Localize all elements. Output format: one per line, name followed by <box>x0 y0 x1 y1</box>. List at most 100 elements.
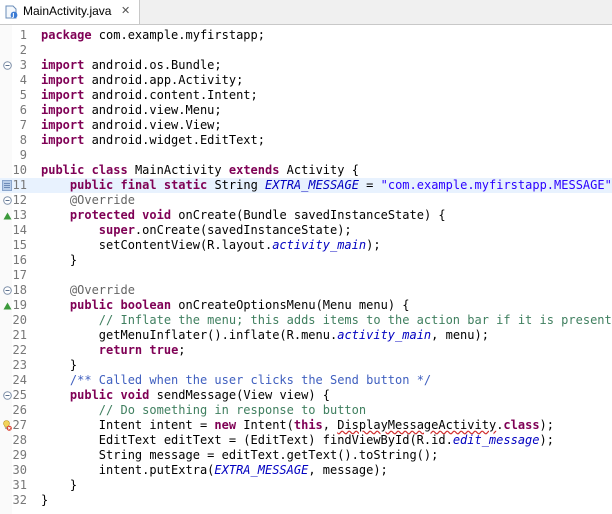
code-fragment: , <box>322 418 338 432</box>
keyword: new <box>214 418 237 432</box>
code-text: intent.putExtra(EXTRA_MESSAGE, message); <box>41 463 388 478</box>
line-number: 25 <box>12 388 27 402</box>
keyword: this <box>293 418 323 432</box>
keyword: class <box>503 418 540 432</box>
line-number: 11 <box>12 178 27 192</box>
field-name: EXTRA_MESSAGE <box>214 463 309 477</box>
keyword: true <box>149 343 179 357</box>
code-line: 27 Intent intent = new Intent(this, Disp… <box>0 418 612 433</box>
code-line: 6 import android.view.Menu; <box>0 103 612 118</box>
annotation: @Override <box>69 193 135 207</box>
code-fragment <box>41 193 70 207</box>
code-text: } <box>41 493 48 508</box>
line-number: 27 <box>12 418 27 432</box>
keyword: extends <box>228 163 280 177</box>
keyword: protected <box>69 208 135 222</box>
code-line: 21 getMenuInflater().inflate(R.menu.acti… <box>0 328 612 343</box>
code-fragment <box>113 178 120 192</box>
code-text: import android.app.Activity; <box>41 73 243 88</box>
code-line: 4 import android.app.Activity; <box>0 73 612 88</box>
code-fragment: String message = editText.getText().toSt… <box>41 448 439 462</box>
code-fragment: } <box>41 358 78 372</box>
keyword: import <box>41 58 85 72</box>
code-fragment <box>41 178 70 192</box>
keyword: public <box>69 298 114 312</box>
code-line: 10 public class MainActivity extends Act… <box>0 163 612 178</box>
line-number: 15 <box>12 238 27 252</box>
current-line: 11 public final static String EXTRA_MESS… <box>0 178 612 193</box>
comment: // Do something in response to button <box>98 403 367 417</box>
keyword: public <box>69 388 114 402</box>
code-fragment: Activity { <box>279 163 359 177</box>
code-fragment <box>41 313 99 327</box>
code-fragment: , menu); <box>431 328 489 342</box>
code-line: 3 import android.os.Bundle; <box>0 58 612 73</box>
code-text: import android.view.Menu; <box>41 103 222 118</box>
error-squiggle[interactable]: DisplayMessageActivity <box>337 418 496 432</box>
line-number: 9 <box>19 148 27 162</box>
code-text: public class MainActivity extends Activi… <box>41 163 359 178</box>
close-icon[interactable]: ✕ <box>121 4 130 17</box>
code-fragment: onCreateOptionsMenu(Menu menu) { <box>171 298 410 312</box>
code-fragment: android.widget.EditText; <box>84 133 265 147</box>
java-file-icon: J <box>5 5 18 19</box>
code-fragment: android.view.View; <box>84 118 222 132</box>
line-number: 22 <box>12 343 27 357</box>
line-number: 13 <box>12 208 27 222</box>
code-line: 18 @Override <box>0 283 612 298</box>
keyword: import <box>41 88 85 102</box>
line-number: 8 <box>19 133 27 147</box>
code-fragment <box>41 298 70 312</box>
code-line: 14 super.onCreate(savedInstanceState); <box>0 223 612 238</box>
code-text: /** Called when the user clicks the Send… <box>41 373 431 388</box>
line-number: 23 <box>12 358 27 372</box>
code-fragment: com.example.myfirstapp; <box>91 28 265 42</box>
line-number: 29 <box>12 448 27 462</box>
code-fragment: android.os.Bundle; <box>84 58 222 72</box>
keyword: package <box>41 28 92 42</box>
code-fragment: sendMessage(View view) { <box>149 388 331 402</box>
code-fragment <box>157 178 164 192</box>
code-line: 20 // Inflate the menu; this adds items … <box>0 313 612 328</box>
annotation: @Override <box>69 283 135 297</box>
code-fragment: } <box>41 478 78 492</box>
keyword: class <box>91 163 128 177</box>
code-editor[interactable]: 1 package com.example.myfirstapp; 2 3 im… <box>0 25 612 514</box>
code-text: public boolean onCreateOptionsMenu(Menu … <box>41 298 410 313</box>
keyword: final <box>120 178 157 192</box>
code-fragment: } <box>41 493 49 507</box>
line-number: 14 <box>12 223 27 237</box>
line-number: 7 <box>19 118 27 132</box>
code-fragment <box>113 298 120 312</box>
code-fragment <box>41 223 99 237</box>
code-fragment: } <box>41 253 78 267</box>
svg-text:J: J <box>11 13 14 19</box>
code-fragment: MainActivity <box>127 163 229 177</box>
code-fragment: getMenuInflater().inflate(R.menu. <box>41 328 338 342</box>
code-fragment: Intent intent = <box>41 418 215 432</box>
code-text: } <box>41 253 77 268</box>
code-fragment <box>41 208 70 222</box>
code-fragment: ); <box>539 433 554 447</box>
line-number: 28 <box>12 433 27 447</box>
code-text: return true; <box>41 343 186 358</box>
line-number: 18 <box>12 283 27 297</box>
code-text: public final static String EXTRA_MESSAGE… <box>41 178 612 193</box>
code-line: 28 EditText editText = (EditText) findVi… <box>0 433 612 448</box>
code-text: EditText editText = (EditText) findViewB… <box>41 433 554 448</box>
code-fragment: , message); <box>308 463 388 477</box>
line-number: 12 <box>12 193 27 207</box>
code-fragment <box>41 343 99 357</box>
editor-tab-mainactivity[interactable]: J MainActivity.java ✕ <box>0 0 140 24</box>
code-line: 19 public boolean onCreateOptionsMenu(Me… <box>0 298 612 313</box>
code-fragment: = <box>358 178 381 192</box>
code-fragment: android.content.Intent; <box>84 88 258 102</box>
string-literal: "com.example.myfirstapp.MESSAGE" <box>380 178 612 192</box>
code-text: @Override <box>41 283 135 298</box>
code-line: 30 intent.putExtra(EXTRA_MESSAGE, messag… <box>0 463 612 478</box>
code-line: 29 String message = editText.getText().t… <box>0 448 612 463</box>
line-number: 6 <box>19 103 27 117</box>
code-line: 9 <box>0 148 612 163</box>
code-fragment: ); <box>539 418 554 432</box>
line-number: 20 <box>12 313 27 327</box>
